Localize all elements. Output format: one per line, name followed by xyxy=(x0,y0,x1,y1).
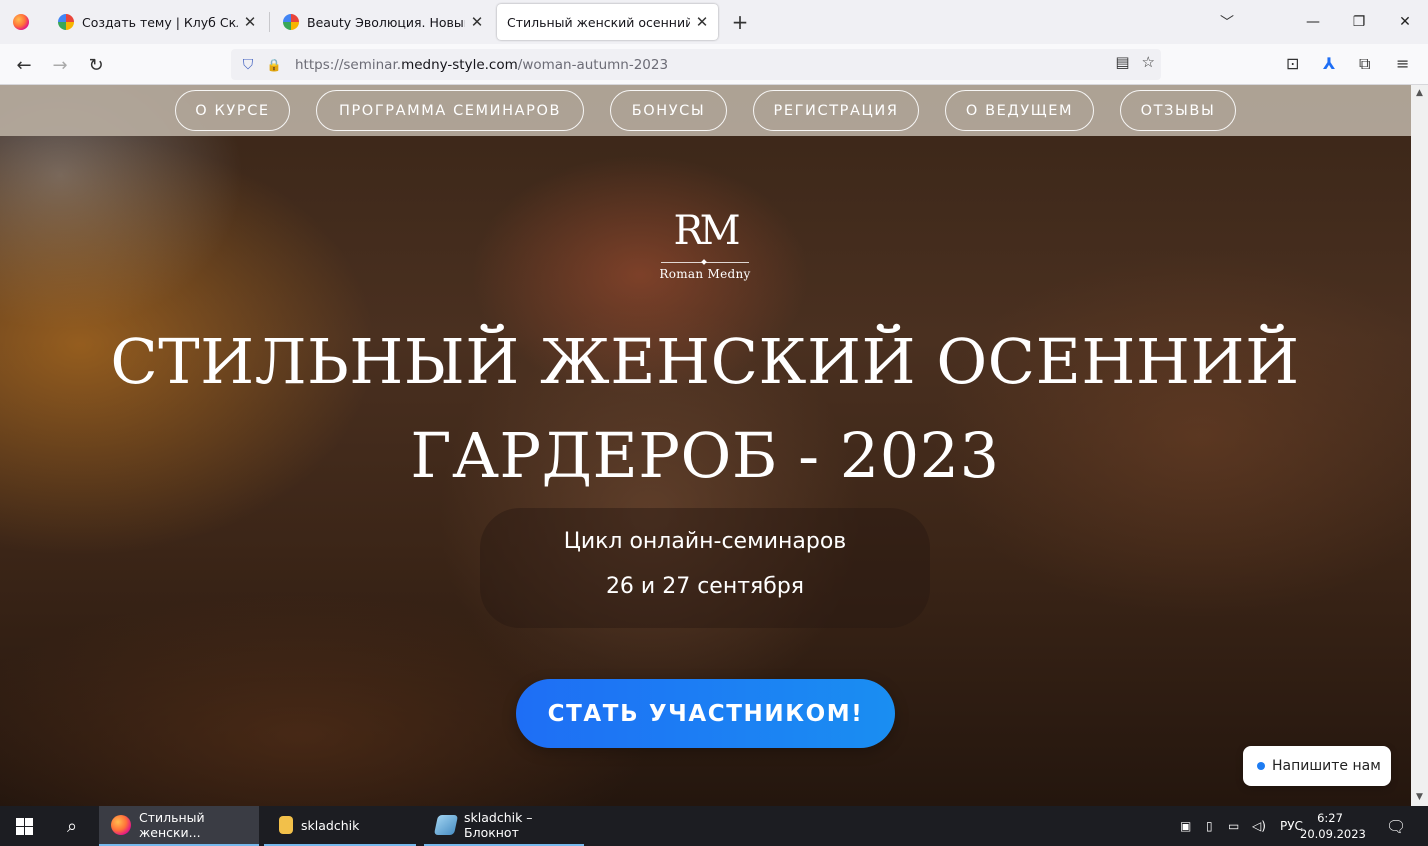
bookmark-star-icon[interactable]: ☆ xyxy=(1142,53,1155,71)
tray-volume-icon[interactable]: ◁) xyxy=(1252,806,1266,846)
tray-network-icon[interactable]: ▭ xyxy=(1228,806,1239,846)
tab-title: Beauty Эволюция. Новый опы xyxy=(307,14,465,30)
scroll-down-icon[interactable]: ▼ xyxy=(1411,789,1428,806)
site-navigation: О КУРСЕ ПРОГРАММА СЕМИНАРОВ БОНУСЫ РЕГИС… xyxy=(0,85,1411,136)
minimize-icon[interactable]: — xyxy=(1290,0,1336,44)
pocket-icon[interactable]: ⊡ xyxy=(1286,54,1299,73)
notepad-icon xyxy=(433,815,459,835)
url-text[interactable]: https://seminar.medny-style.com/woman-au… xyxy=(295,57,668,73)
tab-strip: Создать тему | Клуб Складчик ✕ Beauty Эв… xyxy=(0,0,1428,44)
chat-status-dot-icon xyxy=(1257,762,1265,770)
reload-icon[interactable]: ↻ xyxy=(83,52,109,78)
close-tab-icon[interactable]: ✕ xyxy=(469,13,485,31)
close-tab-icon[interactable]: ✕ xyxy=(242,13,258,31)
new-tab-icon[interactable]: + xyxy=(730,10,750,34)
nav-program[interactable]: ПРОГРАММА СЕМИНАРОВ xyxy=(316,90,584,131)
search-icon[interactable]: ⌕ xyxy=(48,806,96,846)
logo-name: Roman Medny xyxy=(659,267,751,281)
firefox-icon xyxy=(111,815,131,835)
nav-registration[interactable]: РЕГИСТРАЦИЯ xyxy=(753,90,919,131)
nav-reviews[interactable]: ОТЗЫВЫ xyxy=(1120,90,1236,131)
chat-label: Напишите нам xyxy=(1272,758,1381,774)
reader-view-icon[interactable]: ▤ xyxy=(1115,53,1129,71)
maximize-icon[interactable]: ❐ xyxy=(1336,0,1382,44)
taskbar-app-notepad[interactable]: skladchik – Блокнот xyxy=(424,806,584,846)
hero-dates: 26 и 27 сентября xyxy=(605,574,805,599)
logo-divider xyxy=(661,262,749,263)
app-menu-icon[interactable]: ≡ xyxy=(1396,54,1409,73)
tracking-protection-icon[interactable]: ⛉ xyxy=(235,57,261,73)
tab-divider xyxy=(269,12,270,32)
windows-logo-icon xyxy=(15,817,33,835)
browser-tab[interactable]: Создать тему | Клуб Складчик ✕ xyxy=(46,4,266,40)
acrobat-extension-icon[interactable]: ⅄ xyxy=(1323,54,1335,73)
join-cta-button[interactable]: СТАТЬ УЧАСТНИКОМ! xyxy=(516,679,895,748)
tab-title: Создать тему | Клуб Складчик xyxy=(82,14,238,30)
tray-vm-icon[interactable]: ▣ xyxy=(1180,806,1191,846)
page-scrollbar[interactable]: ▲ ▼ xyxy=(1411,85,1428,806)
tray-clock[interactable]: 6:27 20.09.2023 xyxy=(1300,810,1366,842)
lock-icon[interactable]: 🔒 xyxy=(261,58,287,72)
windows-taskbar: ⌕ Стильный женски... skladchik skladchik… xyxy=(0,806,1428,846)
close-tab-icon[interactable]: ✕ xyxy=(694,13,710,31)
brand-logo: RM Roman Medny xyxy=(655,205,755,295)
browser-tab[interactable]: Beauty Эволюция. Новый опы ✕ xyxy=(271,4,493,40)
navigation-toolbar: ← → ↻ ⛉ 🔒 https://seminar.medny-style.co… xyxy=(0,44,1428,85)
list-all-tabs-icon[interactable]: ﹀ xyxy=(1220,12,1234,32)
forward-icon[interactable]: → xyxy=(47,52,73,78)
nav-about-course[interactable]: О КУРСЕ xyxy=(175,90,290,131)
tray-date: 20.09.2023 xyxy=(1300,827,1366,841)
tray-time: 6:27 xyxy=(1317,811,1343,825)
site-favicon-icon xyxy=(283,14,299,30)
nav-bonuses[interactable]: БОНУСЫ xyxy=(610,90,727,131)
notifications-icon[interactable]: 🗨 xyxy=(1386,806,1406,846)
back-icon[interactable]: ← xyxy=(11,52,37,78)
nav-about-host[interactable]: О ВЕДУЩЕМ xyxy=(945,90,1094,131)
hero-title: СТИЛЬНЫЙ ЖЕНСКИЙ ОСЕННИЙ ГАРДЕРОБ - 2023 xyxy=(100,315,1310,503)
chat-widget-button[interactable]: Напишите нам xyxy=(1243,746,1391,786)
taskbar-app-explorer[interactable]: skladchik xyxy=(264,806,416,846)
hero-title-line-2: ГАРДЕРОБ - 2023 xyxy=(410,419,1000,492)
scroll-up-icon[interactable]: ▲ xyxy=(1411,85,1428,102)
site-favicon-icon xyxy=(58,14,74,30)
hero-title-line-1: СТИЛЬНЫЙ ЖЕНСКИЙ ОСЕННИЙ xyxy=(110,325,1300,398)
firefox-menu-icon[interactable] xyxy=(0,0,42,44)
start-button[interactable] xyxy=(0,806,48,846)
subtitle-backdrop xyxy=(480,508,930,628)
browser-tab-active[interactable]: Стильный женский осенний гарде ✕ xyxy=(497,4,718,40)
hero-subtitle: Цикл онлайн-семинаров xyxy=(563,529,847,554)
taskbar-app-firefox[interactable]: Стильный женски... xyxy=(99,806,259,846)
logo-monogram: RM xyxy=(673,208,740,254)
close-window-icon[interactable]: ✕ xyxy=(1382,0,1428,44)
url-bar[interactable]: ⛉ 🔒 https://seminar.medny-style.com/woma… xyxy=(231,49,1161,80)
tray-usb-icon[interactable]: ▯ xyxy=(1206,806,1213,846)
folder-icon xyxy=(279,816,293,834)
page-viewport: О КУРСЕ ПРОГРАММА СЕМИНАРОВ БОНУСЫ РЕГИС… xyxy=(0,85,1411,806)
tab-title: Стильный женский осенний гарде xyxy=(507,14,690,30)
extensions-icon[interactable]: ⧉ xyxy=(1359,54,1370,74)
